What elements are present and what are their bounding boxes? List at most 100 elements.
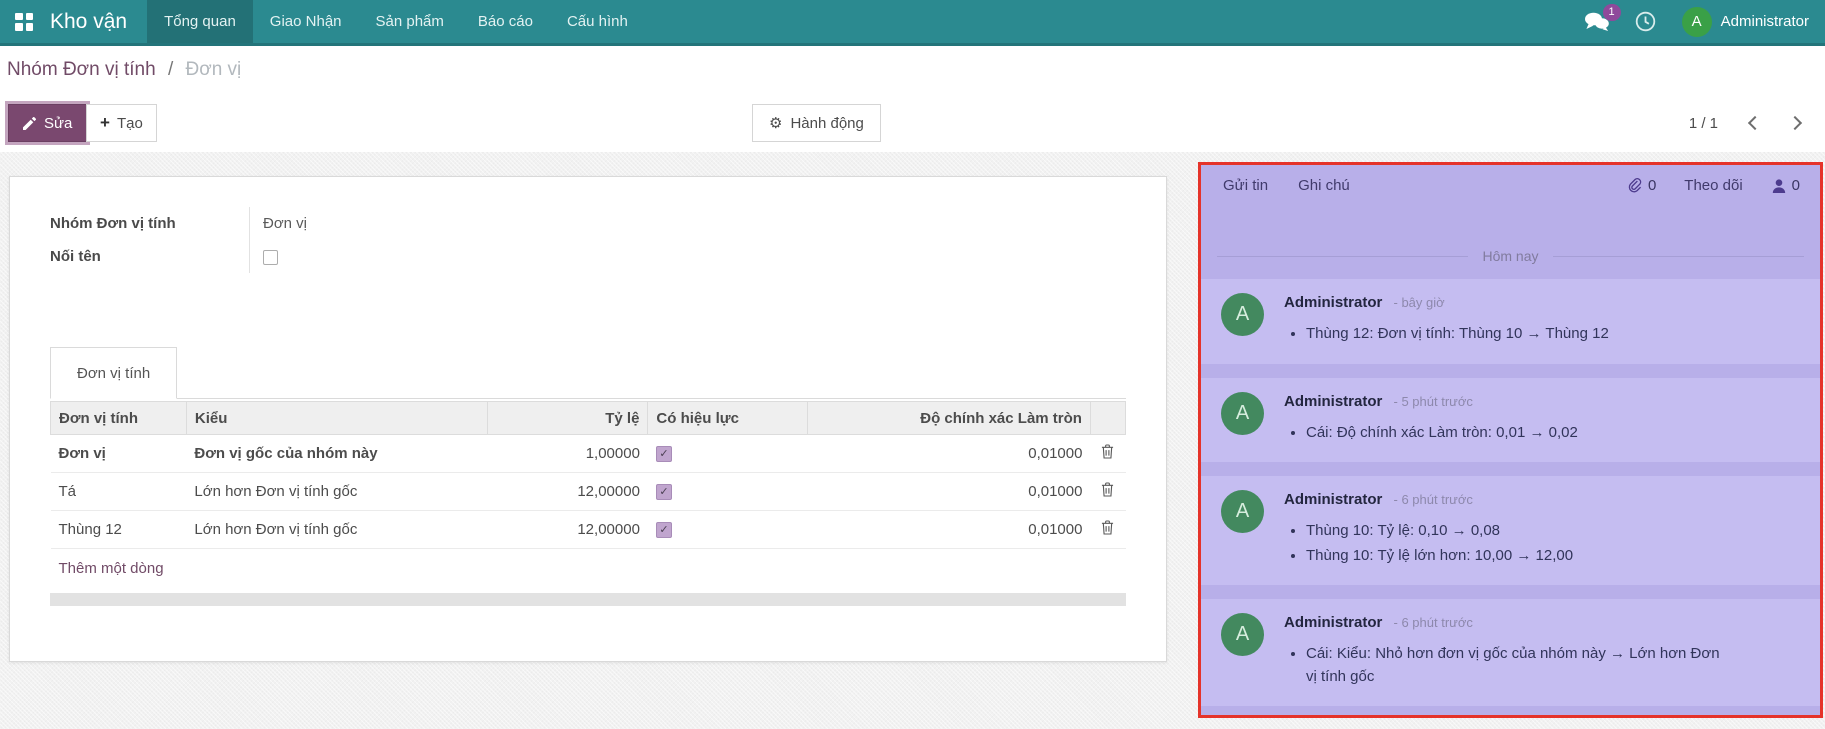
table-scrollbar[interactable]: [50, 593, 1126, 606]
active-checkbox: ✓: [656, 446, 672, 462]
pager-counter: 1 / 1: [1689, 115, 1718, 132]
apps-menu-button[interactable]: [0, 0, 48, 43]
message-timestamp: - 5 phút trước: [1394, 394, 1473, 409]
cell-rounding: 0,01000: [808, 473, 1091, 511]
pager: 1 / 1: [1689, 104, 1800, 142]
follow-button[interactable]: Theo dõi: [1684, 177, 1742, 194]
attachments-button[interactable]: 0: [1627, 177, 1656, 194]
action-menu-button[interactable]: ⚙ Hành động: [752, 104, 881, 142]
edit-button-label: Sửa: [44, 115, 72, 132]
notebook-tabs: Đơn vị tính: [50, 347, 1126, 399]
cell-active: ✓: [648, 511, 808, 549]
trash-icon: [1101, 482, 1114, 497]
activities-button[interactable]: [1635, 11, 1656, 32]
navbar-user-name[interactable]: Administrator: [1721, 13, 1809, 30]
table-row[interactable]: Tá Lớn hơn Đơn vị tính gốc 12,00000 ✓ 0,…: [51, 473, 1126, 511]
clock-icon: [1635, 11, 1656, 32]
paperclip-icon: [1627, 177, 1643, 194]
cell-ratio: 12,00000: [487, 511, 648, 549]
table-row[interactable]: Đơn vị Đơn vị gốc của nhóm này 1,00000 ✓…: [51, 435, 1126, 473]
column-header-rounding[interactable]: Độ chính xác Làm tròn: [808, 402, 1091, 435]
navbar-avatar[interactable]: A: [1682, 7, 1712, 37]
field-concat-cell: [249, 240, 679, 273]
messages-button[interactable]: 1: [1584, 12, 1609, 31]
avatar: A: [1221, 392, 1264, 435]
nav-item-san-pham[interactable]: Sản phẩm: [359, 0, 461, 43]
add-line-link[interactable]: Thêm một dòng: [51, 549, 1126, 588]
nav-item-giao-nhan[interactable]: Giao Nhận: [253, 0, 359, 43]
messages-badge: 1: [1603, 4, 1621, 21]
top-navbar: Kho vận Tổng quan Giao Nhận Sản phẩm Báo…: [0, 0, 1825, 46]
nav-item-bao-cao[interactable]: Báo cáo: [461, 0, 550, 43]
follower-count: 0: [1792, 177, 1800, 194]
cell-delete: [1090, 435, 1125, 473]
column-header-active[interactable]: Có hiệu lực: [648, 402, 808, 435]
check-icon: ✓: [659, 447, 668, 460]
cell-name: Tá: [51, 473, 187, 511]
table-row[interactable]: Thùng 12 Lớn hơn Đơn vị tính gốc 12,0000…: [51, 511, 1126, 549]
pager-previous-button[interactable]: [1748, 116, 1762, 130]
breadcrumb: Nhóm Đơn vị tính / Đơn vị: [7, 59, 241, 81]
edit-button[interactable]: Sửa: [8, 104, 87, 142]
delete-row-button[interactable]: [1101, 444, 1114, 459]
chatter-topbar-right: 0 Theo dõi 0: [1627, 177, 1800, 194]
nav-item-tong-quan[interactable]: Tổng quan: [147, 0, 253, 43]
chatter-topbar: Gửi tin Ghi chú 0 Theo dõi 0: [1201, 165, 1820, 204]
active-checkbox: ✓: [656, 522, 672, 538]
breadcrumb-current: Đơn vị: [186, 59, 242, 80]
message-author[interactable]: Administrator: [1284, 614, 1382, 631]
tracking-change-item: Cái: Độ chính xác Làm tròn: 0,01 → 0,02: [1306, 422, 1578, 445]
delete-row-button[interactable]: [1101, 482, 1114, 497]
table-header-row: Đơn vị tính Kiểu Tỷ lệ Có hiệu lực Độ ch…: [51, 402, 1126, 435]
cell-delete: [1090, 511, 1125, 549]
create-button-label: Tạo: [117, 115, 143, 132]
pager-next-button[interactable]: [1788, 116, 1802, 130]
app-brand[interactable]: Kho vận: [48, 0, 147, 43]
uom-lines-table: Đơn vị tính Kiểu Tỷ lệ Có hiệu lực Độ ch…: [50, 401, 1126, 588]
message-timestamp: - 6 phút trước: [1394, 492, 1473, 507]
tracking-change-item: Thùng 10: Tỷ lệ lớn hơn: 10,00 → 12,00: [1306, 545, 1573, 568]
nav-item-cau-hinh[interactable]: Cấu hình: [550, 0, 645, 43]
cell-kind: Lớn hơn Đơn vị tính gốc: [186, 511, 487, 549]
message-author[interactable]: Administrator: [1284, 491, 1382, 508]
cell-delete: [1090, 473, 1125, 511]
tab-don-vi-tinh[interactable]: Đơn vị tính: [50, 347, 177, 399]
chatter-message: A Administrator - 5 phút trước Cái: Độ c…: [1201, 378, 1820, 463]
date-divider: Hôm nay: [1217, 248, 1804, 264]
create-button[interactable]: + Tạo: [86, 104, 157, 142]
avatar: A: [1221, 613, 1264, 656]
cell-active: ✓: [648, 435, 808, 473]
gear-icon: ⚙: [769, 114, 782, 132]
tracking-change-item: Thùng 10: Tỷ lệ: 0,10 → 0,08: [1306, 520, 1573, 543]
breadcrumb-parent-link[interactable]: Nhóm Đơn vị tính: [7, 59, 156, 80]
message-author[interactable]: Administrator: [1284, 294, 1382, 311]
followers-button[interactable]: 0: [1771, 177, 1800, 194]
form-sheet: Nhóm Đơn vị tính Đơn vị Nối tên Đơn vị t…: [9, 176, 1167, 662]
cell-active: ✓: [648, 473, 808, 511]
delete-row-button[interactable]: [1101, 520, 1114, 535]
column-header-delete: [1090, 402, 1125, 435]
control-panel: Nhóm Đơn vị tính / Đơn vị Sửa + Tạo ⚙ Hà…: [0, 46, 1825, 152]
cell-kind: Đơn vị gốc của nhóm này: [186, 435, 487, 473]
chatter-message: A Administrator - 6 phút trước Cái: Kiểu…: [1201, 599, 1820, 706]
column-header-name[interactable]: Đơn vị tính: [51, 402, 187, 435]
cell-ratio: 12,00000: [487, 473, 648, 511]
active-checkbox: ✓: [656, 484, 672, 500]
field-label-concat: Nối tên: [50, 240, 249, 273]
field-label-group: Nhóm Đơn vị tính: [50, 207, 249, 240]
send-message-tab[interactable]: Gửi tin: [1223, 177, 1268, 194]
tracking-change-item: Thùng 12: Đơn vị tính: Thùng 10 → Thùng …: [1306, 323, 1609, 346]
log-note-tab[interactable]: Ghi chú: [1298, 177, 1350, 194]
date-divider-label: Hôm nay: [1482, 248, 1538, 264]
column-header-kind[interactable]: Kiểu: [186, 402, 487, 435]
column-header-ratio[interactable]: Tỷ lệ: [487, 402, 648, 435]
message-author[interactable]: Administrator: [1284, 393, 1382, 410]
check-icon: ✓: [659, 523, 668, 536]
cell-rounding: 0,01000: [808, 511, 1091, 549]
add-line-row: Thêm một dòng: [51, 549, 1126, 589]
grid-icon: [15, 13, 33, 31]
trash-icon: [1101, 444, 1114, 459]
chatter-message: A Administrator - 6 phút trước Thùng 10:…: [1201, 476, 1820, 585]
navbar-right-section: 1 A Administrator: [1584, 0, 1825, 43]
content-area: Nhóm Đơn vị tính Đơn vị Nối tên Đơn vị t…: [0, 152, 1825, 729]
